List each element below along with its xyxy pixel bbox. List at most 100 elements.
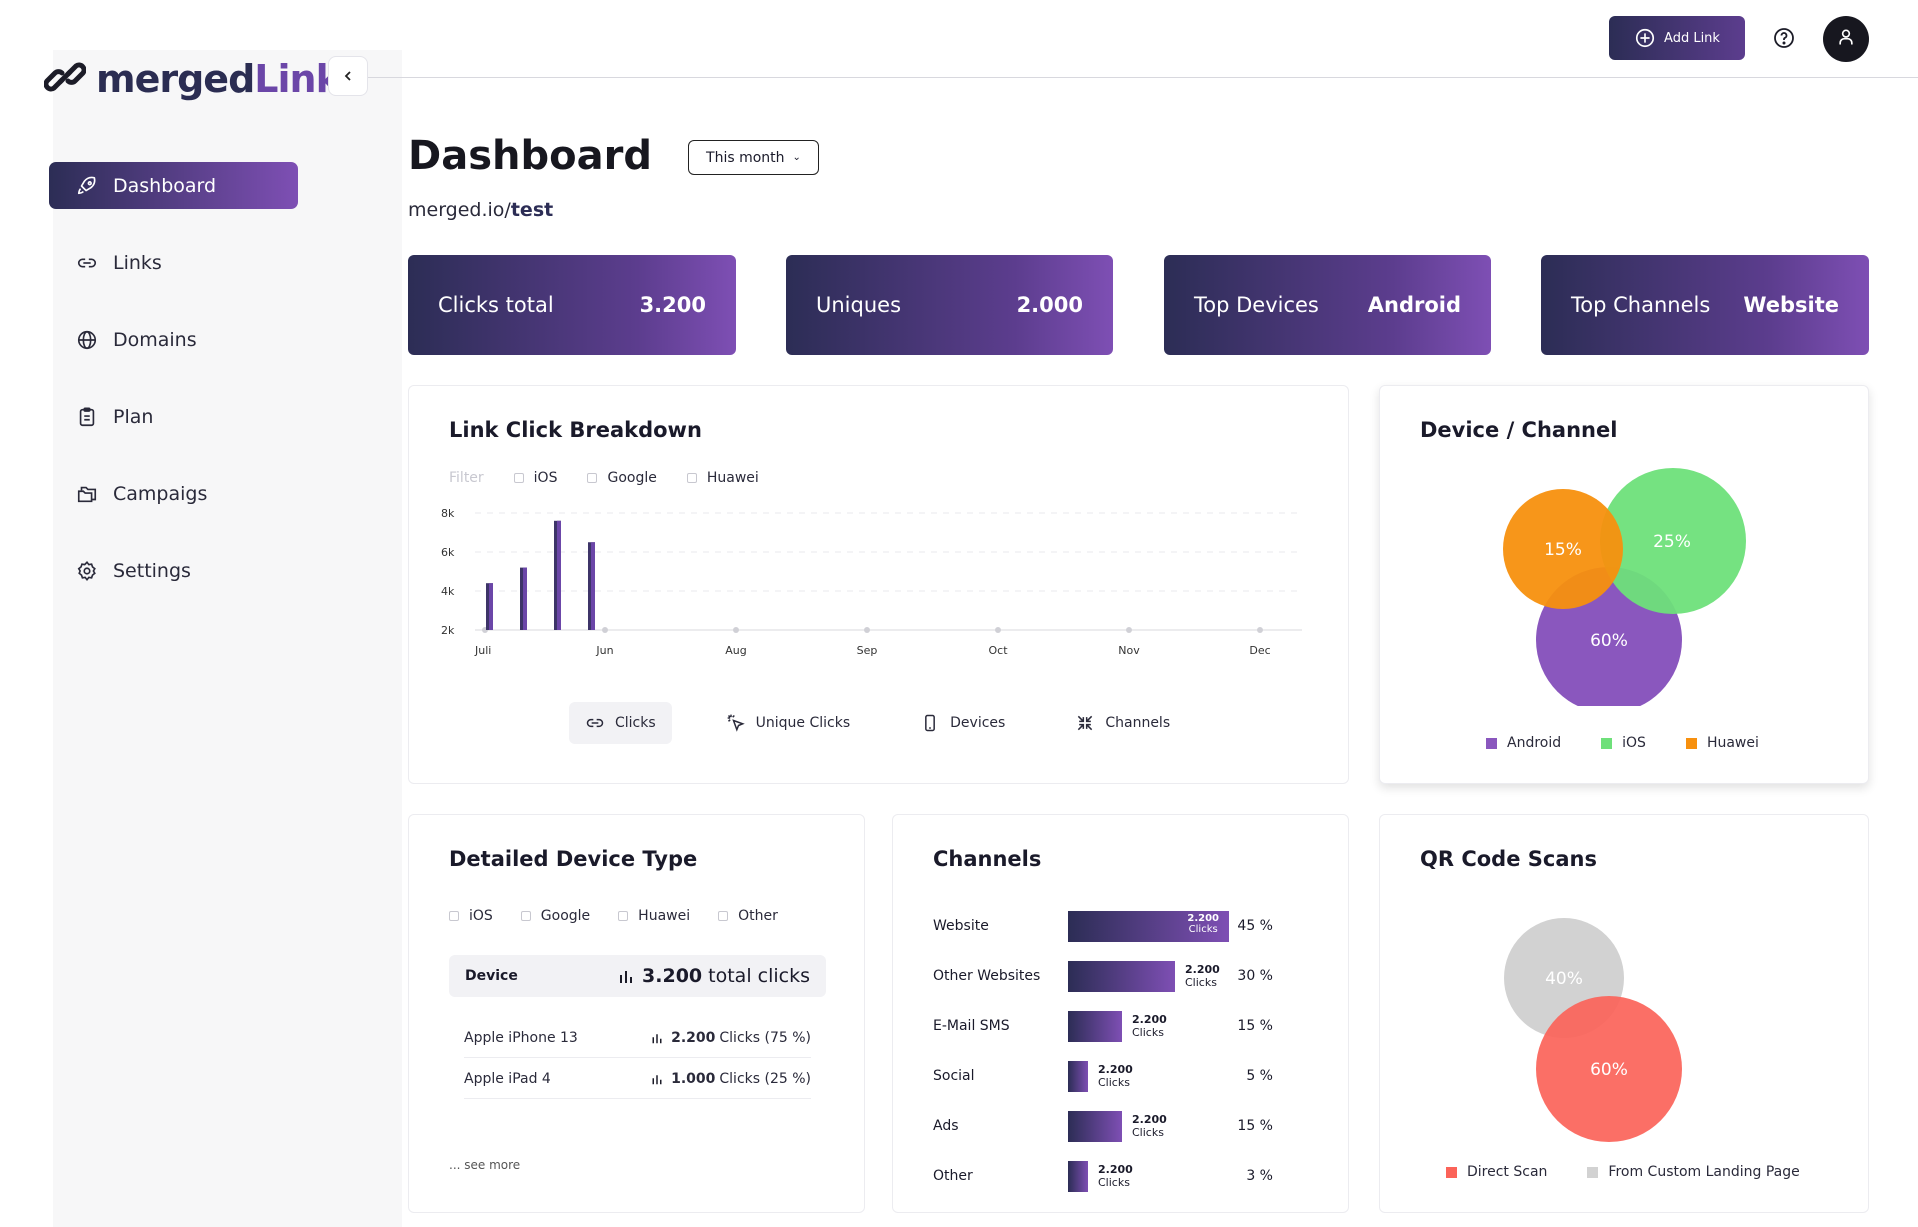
tab-clicks[interactable]: Clicks (569, 702, 672, 744)
chart-metric-tabs: Clicks Unique Clicks Devices Channels (569, 702, 1224, 744)
sidebar-item-campaigns[interactable]: Campaigs (49, 470, 298, 517)
globe-icon (75, 328, 99, 352)
card-title: Channels (933, 847, 1042, 871)
period-select[interactable]: This month ⌄ (688, 140, 819, 175)
channel-bar-label: 2.200 Clicks (1098, 1163, 1133, 1189)
channel-name: Ads (933, 1118, 959, 1134)
device-filters: iOS Google Huawei Other (449, 908, 808, 924)
sidebar-item-links[interactable]: Links (49, 239, 298, 286)
device-clicks-value: 2.200 (671, 1029, 716, 1046)
see-more-link[interactable]: ... see more (449, 1158, 520, 1172)
plus-circle-icon (1634, 27, 1656, 49)
chevron-left-icon (342, 67, 354, 86)
legend-swatch (1446, 1166, 1457, 1178)
tab-label: Clicks (615, 715, 656, 731)
device-channel-card: Device / Channel 60% 25% 15% Android iOS… (1379, 385, 1869, 784)
checkbox[interactable] (520, 911, 531, 921)
checkbox[interactable] (587, 473, 598, 483)
click-breakdown-chart: 2k 4k 6k 8k Juli Jun Aug Sep Oct Nov Dec (441, 507, 1302, 657)
qr-scans-venn: 40% 60% (1504, 918, 1682, 1142)
x-tick-label: Sep (857, 644, 878, 657)
x-tick-dot (864, 627, 870, 633)
chart-bar-highlight (557, 520, 561, 630)
sidebar-item-settings[interactable]: Settings (49, 547, 298, 594)
filter-option-label: Google (607, 470, 657, 486)
legend-label: Android (1507, 735, 1562, 751)
checkbox[interactable] (513, 473, 524, 483)
kpi-label: Uniques (816, 293, 902, 317)
venn-landing-page-value: 40% (1545, 969, 1583, 989)
tab-devices[interactable]: Devices (904, 702, 1021, 744)
chart-bar-highlight (523, 567, 527, 630)
kpi-value: 3.200 (639, 293, 706, 317)
collapse-sidebar-button[interactable] (328, 56, 368, 96)
channel-bar (1068, 1110, 1122, 1142)
filter-ios-checkbox[interactable]: iOS (449, 908, 493, 924)
compress-icon (1075, 713, 1095, 733)
filter-huawei-checkbox[interactable]: Huawei (618, 908, 690, 924)
x-tick-label: Juli (474, 644, 491, 657)
channel-percent: 15 % (1237, 1018, 1273, 1034)
header-divider (368, 77, 1918, 78)
add-link-button[interactable]: Add Link (1609, 16, 1745, 60)
kpi-top-devices: Top Devices Android (1164, 255, 1491, 355)
y-tick-label: 8k (441, 507, 455, 520)
device-total-value: 3.200 (642, 965, 703, 987)
legend-swatch (1587, 1166, 1599, 1178)
filter-option-label: iOS (469, 908, 493, 924)
filter-option-label: iOS (533, 470, 558, 486)
rocket-icon (75, 174, 99, 198)
user-avatar-button[interactable] (1823, 16, 1869, 62)
channels-card: Channels Website 2.200 Clicks 45 % Other Web… (892, 814, 1349, 1213)
kpi-value: 2.000 (1016, 293, 1083, 317)
sidebar-item-dashboard[interactable]: Dashboard (49, 162, 298, 209)
period-value: This month (706, 149, 785, 166)
device-channel-legend: Android iOS Huawei (1486, 735, 1799, 751)
chart-bar-highlight (489, 583, 493, 630)
venn-huawei-value: 15% (1544, 540, 1582, 560)
checkbox[interactable] (686, 473, 697, 483)
sidebar-item-domains[interactable]: Domains (49, 316, 298, 363)
channel-bar-label: 2.200 Clicks (1132, 1013, 1167, 1039)
channel-bar (1068, 1010, 1122, 1042)
phone-icon (920, 713, 940, 733)
x-tick-dot (602, 627, 608, 633)
channel-clicks-word: Clicks (1132, 1126, 1164, 1139)
help-icon[interactable] (1772, 26, 1796, 50)
channel-bar (1068, 960, 1175, 992)
y-tick-label: 4k (441, 585, 455, 598)
checkbox[interactable] (449, 911, 459, 921)
checkbox[interactable] (618, 911, 629, 921)
sidebar-item-label: Links (113, 251, 162, 274)
channel-clicks: 2.200 (1187, 912, 1219, 924)
checkbox[interactable] (718, 911, 729, 921)
filter-option-label: Google (540, 908, 591, 924)
legend-item-direct-scan: Direct Scan (1446, 1164, 1547, 1180)
tab-unique-clicks[interactable]: Unique Clicks (710, 702, 867, 744)
channel-clicks-word: Clicks (1185, 976, 1217, 989)
kpi-label: Clicks total (438, 293, 554, 317)
filter-google-checkbox[interactable]: Google (520, 908, 591, 924)
gear-icon (75, 559, 99, 583)
legend-item-ios: iOS (1601, 735, 1646, 751)
channel-bar (1068, 1060, 1088, 1092)
x-tick-dot (1126, 627, 1132, 633)
sidebar-item-label: Plan (113, 405, 154, 428)
venn-direct-scan-value: 60% (1590, 1060, 1628, 1080)
sidebar-item-plan[interactable]: Plan (49, 393, 298, 440)
device-header-label: Device (465, 968, 518, 984)
device-clicks-suffix: Clicks (25 %) (719, 1070, 811, 1087)
filter-ios-checkbox[interactable]: iOS (513, 470, 558, 486)
filter-google-checkbox[interactable]: Google (587, 470, 657, 486)
kpi-value: Website (1743, 293, 1839, 317)
kpi-clicks-total: Clicks total 3.200 (408, 255, 736, 355)
device-name: Apple iPad 4 (464, 1070, 551, 1087)
tab-channels[interactable]: Channels (1059, 702, 1186, 744)
legend-swatch (1685, 737, 1697, 749)
filter-huawei-checkbox[interactable]: Huawei (686, 470, 759, 486)
card-title: Link Click Breakdown (449, 418, 702, 442)
x-tick-label: Aug (725, 644, 746, 657)
link-icon (75, 251, 99, 275)
filter-other-checkbox[interactable]: Other (718, 908, 778, 924)
channel-clicks-word: Clicks (1098, 1076, 1130, 1089)
